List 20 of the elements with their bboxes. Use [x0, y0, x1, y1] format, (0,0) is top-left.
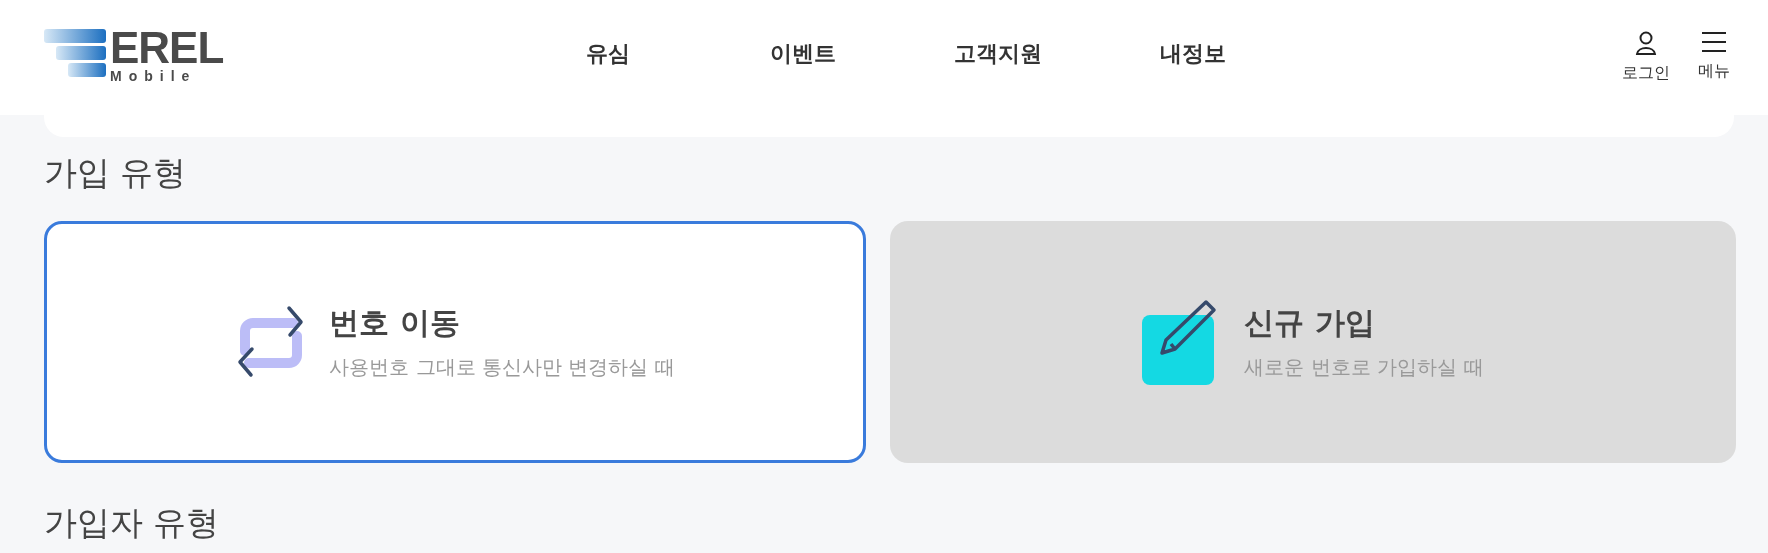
section-title: 가입자 유형	[44, 503, 221, 543]
section-title: 가입 유형	[44, 152, 188, 194]
nav-link[interactable]: 고객지원	[900, 38, 1095, 69]
user-icon	[1635, 31, 1657, 55]
option-title: 신규 가입	[1244, 304, 1376, 342]
wing-icon	[44, 28, 106, 78]
logo[interactable]: EREL Mobile	[44, 26, 224, 83]
nav-link[interactable]: 이벤트	[705, 38, 900, 69]
menu-icon	[1701, 31, 1727, 53]
option-description: 사용번호 그대로 통신사만 변경하실 때	[329, 354, 675, 381]
option-card[interactable]: 번호 이동 사용번호 그대로 통신사만 변경하실 때	[44, 221, 866, 463]
option-card[interactable]: 신규 가입 새로운 번호로 가입하실 때	[890, 221, 1736, 463]
logo-subtitle: Mobile	[110, 69, 198, 83]
option-description: 새로운 번호로 가입하실 때	[1244, 354, 1484, 381]
header-action-button[interactable]: 로그인	[1622, 31, 1670, 84]
logo-wordmark: EREL	[110, 26, 224, 70]
header-action-button[interactable]: 메뉴	[1698, 31, 1730, 84]
nav-link[interactable]: 내정보	[1095, 38, 1290, 69]
nav-link[interactable]: 유심	[510, 38, 705, 69]
option-title: 번호 이동	[329, 304, 461, 342]
